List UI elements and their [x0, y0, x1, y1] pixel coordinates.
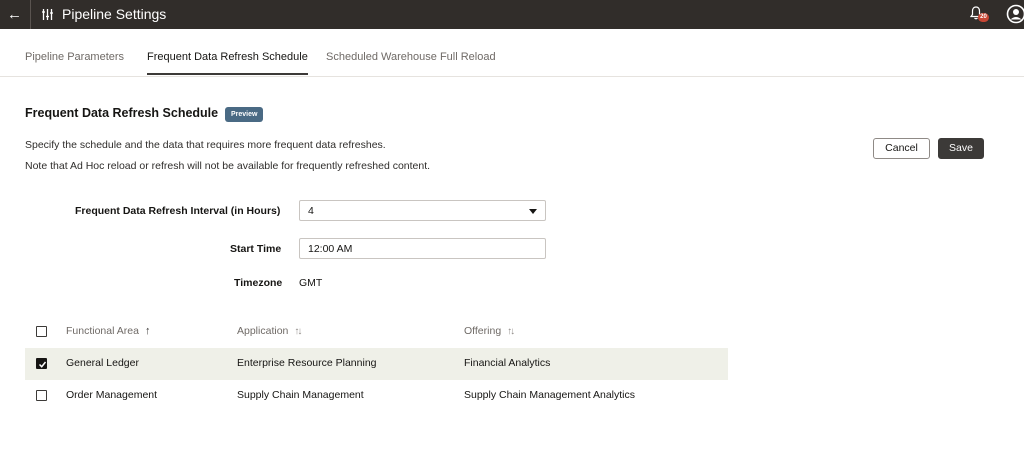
- cell-functional-area: General Ledger: [66, 357, 139, 369]
- cell-offering: Financial Analytics: [464, 357, 551, 369]
- page-title: Pipeline Settings: [62, 6, 167, 22]
- column-header-application[interactable]: Application ↑↓: [237, 325, 302, 337]
- cancel-button[interactable]: Cancel: [873, 138, 930, 159]
- refresh-interval-value: 4: [308, 205, 314, 217]
- notifications-button[interactable]: 20: [968, 5, 990, 24]
- table-header-row: Functional Area ↑ Application ↑↓ Offering ↑…: [25, 316, 728, 348]
- pipeline-settings-page: ← Pipeline Settings 20 Pipeline Paramete…: [0, 0, 1024, 466]
- cell-application: Enterprise Resource Planning: [237, 357, 377, 369]
- sort-icon: ↑↓: [507, 326, 515, 337]
- section-title: Frequent Data Refresh Schedule: [25, 106, 219, 120]
- checkmark-icon: [38, 361, 47, 368]
- cell-offering: Supply Chain Management Analytics: [464, 389, 636, 401]
- user-avatar-icon[interactable]: [1006, 4, 1024, 24]
- caret-down-icon: [529, 209, 537, 214]
- column-offering-label: Offering: [464, 325, 502, 337]
- settings-tabs: Pipeline Parameters Frequent Data Refres…: [0, 29, 1024, 77]
- column-header-functional-area[interactable]: Functional Area ↑: [66, 325, 150, 337]
- start-time-label: Start Time: [230, 243, 282, 255]
- row-checkbox[interactable]: [36, 390, 47, 401]
- tab-pipeline-parameters[interactable]: Pipeline Parameters: [25, 51, 124, 63]
- table-row[interactable]: Order Management Supply Chain Management…: [25, 380, 728, 412]
- timezone-value: GMT: [299, 277, 323, 289]
- back-arrow-icon[interactable]: ←: [0, 0, 29, 29]
- refresh-interval-select[interactable]: 4: [299, 200, 546, 221]
- row-checkbox[interactable]: [36, 358, 47, 369]
- tab-frequent-data-refresh-schedule[interactable]: Frequent Data Refresh Schedule: [147, 51, 308, 75]
- sort-ascending-icon: ↑: [144, 325, 151, 337]
- save-button[interactable]: Save: [938, 138, 984, 159]
- section-note: Note that Ad Hoc reload or refresh will …: [25, 160, 431, 172]
- cell-functional-area: Order Management: [66, 389, 158, 401]
- preview-badge: Preview: [225, 107, 264, 122]
- timezone-label: Timezone: [234, 277, 283, 289]
- divider: [30, 0, 31, 29]
- top-bar: ← Pipeline Settings 20: [0, 0, 1024, 29]
- cell-application: Supply Chain Management: [237, 389, 364, 401]
- select-all-checkbox[interactable]: [36, 326, 47, 337]
- refresh-interval-label: Frequent Data Refresh Interval (in Hours…: [75, 205, 281, 217]
- notification-count-badge: 20: [978, 13, 989, 22]
- sliders-icon: [42, 9, 53, 20]
- table-row[interactable]: General Ledger Enterprise Resource Plann…: [25, 348, 728, 380]
- sort-icon: ↑↓: [294, 326, 302, 337]
- column-functional-area-label: Functional Area: [66, 325, 139, 337]
- section-description: Specify the schedule and the data that r…: [25, 139, 386, 151]
- column-application-label: Application: [237, 325, 289, 337]
- tab-scheduled-warehouse-full-reload[interactable]: Scheduled Warehouse Full Reload: [326, 51, 496, 63]
- start-time-input[interactable]: [299, 238, 546, 259]
- column-header-offering[interactable]: Offering ↑↓: [464, 325, 515, 337]
